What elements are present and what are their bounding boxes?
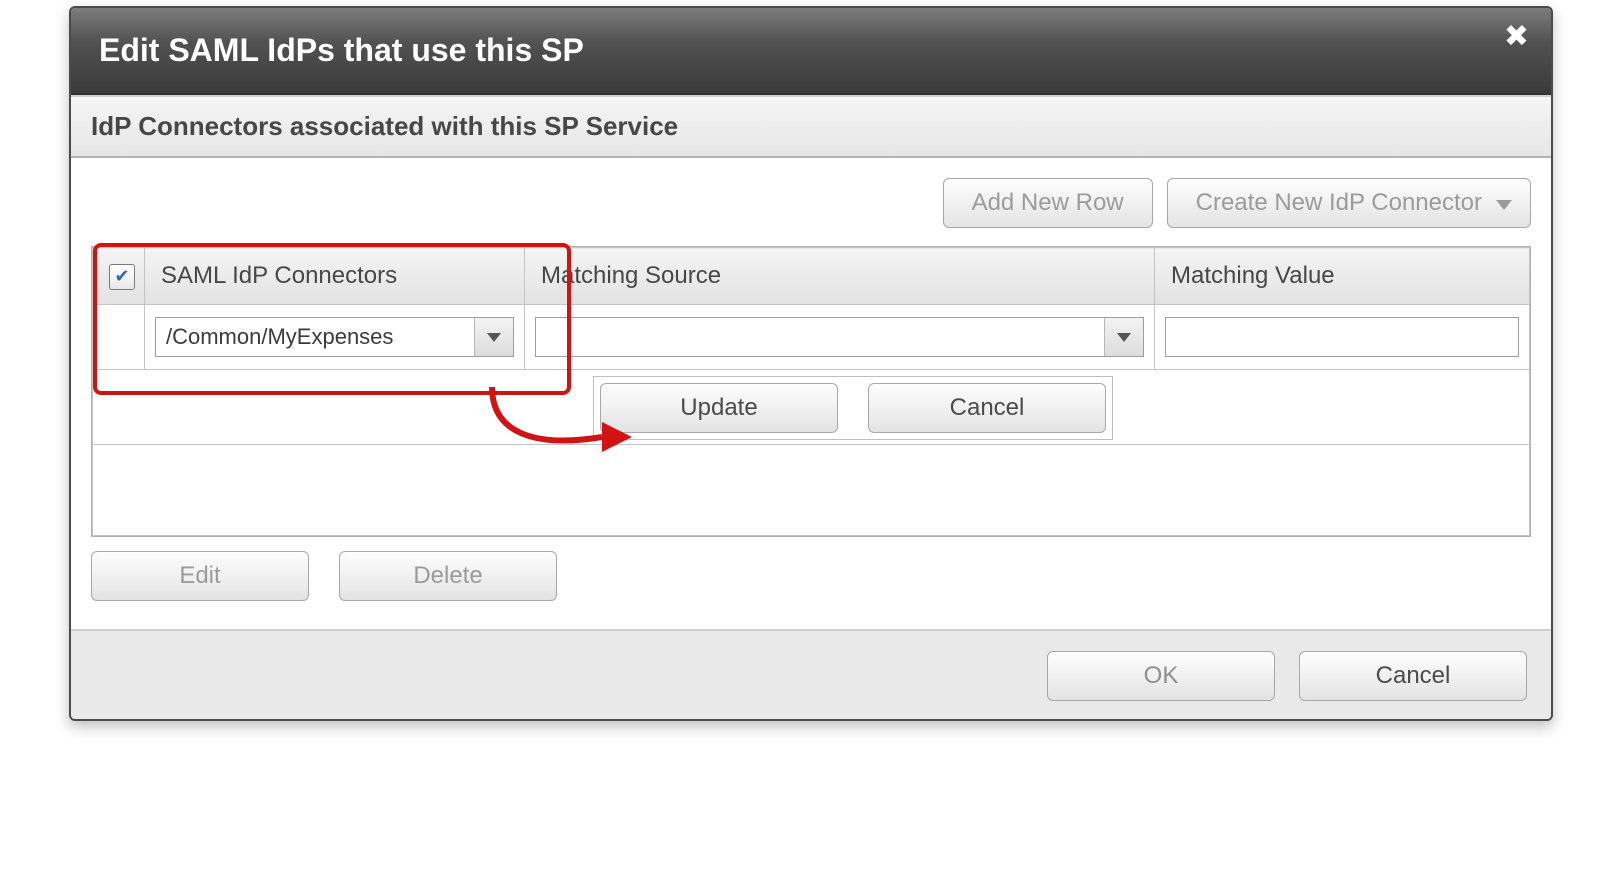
row-edit-buttons-area: Update Cancel — [92, 370, 1530, 445]
saml-idp-connector-select[interactable] — [155, 317, 514, 357]
add-new-row-button[interactable]: Add New Row — [943, 178, 1153, 228]
row-matching-source-cell — [525, 305, 1155, 370]
saml-idp-connector-input[interactable] — [156, 318, 474, 356]
delete-button[interactable]: Delete — [339, 551, 557, 601]
matching-value-input[interactable] — [1165, 317, 1519, 357]
row-checkbox-cell — [93, 305, 145, 370]
row-connector-cell — [145, 305, 525, 370]
chevron-down-icon[interactable] — [1104, 318, 1143, 356]
table-row — [93, 305, 1530, 370]
cancel-button[interactable]: Cancel — [1299, 651, 1527, 701]
header-checkbox-cell: ✔ — [93, 248, 145, 305]
matching-source-select[interactable] — [535, 317, 1144, 357]
checkmark-icon: ✔ — [114, 267, 129, 285]
dialog-header: Edit SAML IdPs that use this SP ✖ — [71, 8, 1551, 95]
dialog-body: IdP Connectors associated with this SP S… — [71, 95, 1551, 629]
dialog-footer: OK Cancel — [71, 629, 1551, 719]
grid-bottom-border — [92, 535, 1530, 536]
dialog-title: Edit SAML IdPs that use this SP — [99, 32, 584, 69]
row-matching-value-cell — [1155, 305, 1530, 370]
update-button[interactable]: Update — [600, 383, 838, 433]
header-matching-source[interactable]: Matching Source — [525, 248, 1155, 305]
grid-empty-space — [92, 445, 1530, 535]
close-icon[interactable]: ✖ — [1504, 22, 1529, 52]
edit-button[interactable]: Edit — [91, 551, 309, 601]
header-matching-value[interactable]: Matching Value — [1155, 248, 1530, 305]
matching-source-input[interactable] — [536, 318, 1104, 356]
create-new-idp-connector-dropdown[interactable]: Create New IdP Connector — [1167, 178, 1531, 228]
row-edit-buttons: Update Cancel — [593, 376, 1113, 440]
section-inner: Add New Row Create New IdP Connector — [71, 158, 1551, 615]
ok-button[interactable]: OK — [1047, 651, 1275, 701]
header-saml-idp-connectors[interactable]: SAML IdP Connectors — [145, 248, 525, 305]
top-action-bar: Add New Row Create New IdP Connector — [91, 178, 1531, 228]
section-header: IdP Connectors associated with this SP S… — [71, 95, 1551, 158]
dialog-edit-saml-idps: Edit SAML IdPs that use this SP ✖ IdP Co… — [69, 6, 1553, 721]
cancel-row-button[interactable]: Cancel — [868, 383, 1106, 433]
idp-connectors-grid: ✔ SAML IdP Connectors Matching Source Ma… — [91, 246, 1531, 537]
under-grid-actions: Edit Delete — [91, 551, 1531, 601]
table-header-row: ✔ SAML IdP Connectors Matching Source Ma… — [93, 248, 1530, 305]
chevron-down-icon[interactable] — [474, 318, 513, 356]
create-new-idp-connector-label: Create New IdP Connector — [1196, 189, 1482, 217]
select-all-checkbox[interactable]: ✔ — [109, 264, 135, 290]
